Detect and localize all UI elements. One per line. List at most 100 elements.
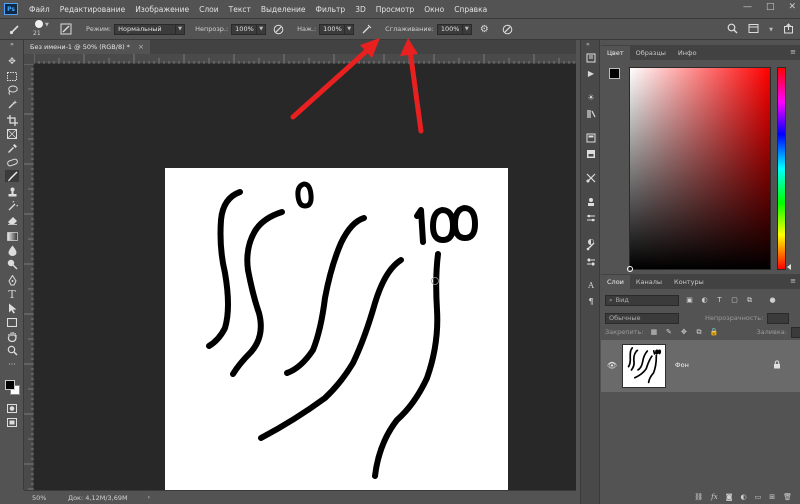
clone-stamp-tool-icon[interactable]: [5, 186, 19, 198]
type-tool-icon[interactable]: T: [5, 288, 19, 301]
layer-name[interactable]: Фон: [675, 361, 689, 369]
filter-toggle-icon[interactable]: ●: [768, 296, 777, 305]
blur-tool-icon[interactable]: [5, 244, 19, 256]
ruler-origin[interactable]: [24, 54, 34, 64]
menu-view[interactable]: Просмотр: [371, 5, 420, 14]
hand-tool-icon[interactable]: [5, 330, 19, 342]
add-mask-icon[interactable]: ◙: [726, 493, 733, 501]
move-tool-icon[interactable]: ✥: [5, 56, 19, 68]
color-picker-field[interactable]: [627, 67, 771, 272]
menu-help[interactable]: Справка: [449, 5, 492, 14]
crop-tool-icon[interactable]: [5, 114, 19, 126]
panel-menu-icon[interactable]: ≡: [790, 277, 796, 285]
layer-filter-select[interactable]: ⌕ Вид: [605, 294, 679, 306]
ruler-vertical[interactable]: [24, 63, 34, 490]
chevron-down-icon[interactable]: ▼: [176, 23, 186, 35]
menu-select[interactable]: Выделение: [256, 5, 311, 14]
history-panel-icon[interactable]: [585, 52, 597, 63]
tool-presets-panel-icon[interactable]: [585, 172, 597, 183]
brush-tool-icon[interactable]: [5, 170, 19, 182]
layer-style-icon[interactable]: fx: [711, 493, 718, 501]
zoom-tool-icon[interactable]: [5, 344, 19, 356]
airbrush-icon[interactable]: [360, 23, 373, 36]
tab-swatches[interactable]: Образцы: [630, 46, 672, 60]
swatches-panel-icon[interactable]: [585, 256, 597, 267]
lock-artboard-icon[interactable]: ⧉: [694, 328, 703, 337]
color-picker-cursor[interactable]: [627, 266, 633, 272]
libraries-panel-icon[interactable]: [585, 108, 597, 119]
document-canvas[interactable]: [165, 168, 508, 504]
menu-window[interactable]: Окно: [419, 5, 449, 14]
hue-slider-handle[interactable]: [787, 264, 791, 270]
layer-row-background[interactable]: 👁 Фон: [601, 340, 800, 392]
lock-image-icon[interactable]: ✎: [664, 328, 673, 337]
dock-collapse-icon[interactable]: «: [586, 41, 590, 48]
document-tab[interactable]: Без имени-1 @ 50% (RGB/8) * ×: [24, 40, 150, 54]
filter-pixel-icon[interactable]: ▣: [685, 296, 694, 305]
tab-info[interactable]: Инфо: [672, 46, 703, 60]
blend-mode-select[interactable]: Обычные: [605, 312, 679, 324]
brushes-panel-icon[interactable]: [585, 240, 597, 251]
actions-panel-icon[interactable]: ▶: [585, 68, 597, 79]
ruler-horizontal[interactable]: [33, 54, 576, 64]
adjustment-layer-icon[interactable]: ◐: [741, 493, 747, 501]
lock-transparent-icon[interactable]: ▦: [649, 328, 658, 337]
gear-icon[interactable]: ⚙: [478, 23, 491, 36]
flow-input[interactable]: 100%: [319, 23, 346, 35]
chevron-down-icon[interactable]: ▼: [257, 23, 267, 35]
filter-smart-object-icon[interactable]: ⧉: [745, 296, 754, 305]
link-layers-icon[interactable]: ⛓: [694, 493, 703, 501]
properties-panel-icon[interactable]: [585, 132, 597, 143]
lock-position-icon[interactable]: ✥: [679, 328, 688, 337]
hue-slider[interactable]: [777, 67, 786, 270]
brush-tool-preset-icon[interactable]: [8, 23, 21, 36]
pressure-opacity-icon[interactable]: [272, 23, 285, 36]
eyedropper-tool-icon[interactable]: [5, 142, 19, 154]
search-icon[interactable]: [727, 23, 738, 36]
share-icon[interactable]: [783, 23, 794, 36]
maximize-button[interactable]: □: [766, 2, 775, 12]
frame-tool-icon[interactable]: [5, 128, 19, 140]
brush-panel-icon[interactable]: [59, 23, 72, 36]
menu-type[interactable]: Текст: [224, 5, 256, 14]
status-menu-arrow[interactable]: ›: [148, 494, 150, 501]
eye-icon[interactable]: 👁: [607, 360, 617, 370]
delete-layer-icon[interactable]: 🗑: [783, 493, 792, 501]
zoom-level[interactable]: 50%: [24, 494, 52, 502]
eraser-tool-icon[interactable]: [5, 214, 19, 226]
chevron-down-icon[interactable]: ▼: [462, 23, 472, 35]
toolbar-collapse-icon[interactable]: »: [5, 40, 19, 48]
pressure-size-icon[interactable]: [501, 23, 514, 36]
styles-panel-icon[interactable]: [585, 148, 597, 159]
menu-filter[interactable]: Фильтр: [311, 5, 351, 14]
history-brush-tool-icon[interactable]: [5, 200, 19, 212]
foreground-swatch[interactable]: [609, 68, 620, 79]
tab-layers[interactable]: Слои: [601, 275, 630, 289]
pen-tool-icon[interactable]: [5, 274, 19, 286]
filter-adjustment-icon[interactable]: ◐: [700, 296, 709, 305]
clone-source-panel-icon[interactable]: [585, 196, 597, 207]
gradient-tool-icon[interactable]: [5, 230, 19, 242]
new-layer-icon[interactable]: ⊞: [769, 493, 775, 501]
panel-menu-icon[interactable]: ≡: [790, 48, 796, 56]
path-selection-tool-icon[interactable]: [5, 302, 19, 314]
menu-file[interactable]: Файл: [24, 5, 55, 14]
menu-image[interactable]: Изображение: [130, 5, 194, 14]
mode-select[interactable]: Нормальный: [114, 23, 177, 35]
close-icon[interactable]: ×: [138, 43, 144, 51]
menu-3d[interactable]: 3D: [350, 5, 371, 14]
adjustments-panel-icon[interactable]: ☀: [585, 92, 597, 103]
new-group-icon[interactable]: ▭: [755, 493, 762, 501]
chevron-down-icon[interactable]: ▼: [769, 27, 773, 33]
filter-shape-icon[interactable]: ▢: [730, 296, 739, 305]
brush-settings-panel-icon[interactable]: [585, 212, 597, 223]
rectangle-tool-icon[interactable]: [5, 316, 19, 328]
quick-mask-icon[interactable]: [5, 402, 19, 414]
close-window-button[interactable]: ✕: [788, 2, 796, 12]
paragraph-panel-icon[interactable]: ¶: [585, 296, 597, 307]
marquee-tool-icon[interactable]: [5, 70, 19, 82]
more-tools-icon[interactable]: ···: [5, 358, 19, 370]
smoothing-input[interactable]: 100%: [436, 23, 463, 35]
tab-color[interactable]: Цвет: [601, 46, 630, 60]
filter-type-icon[interactable]: T: [715, 296, 724, 305]
